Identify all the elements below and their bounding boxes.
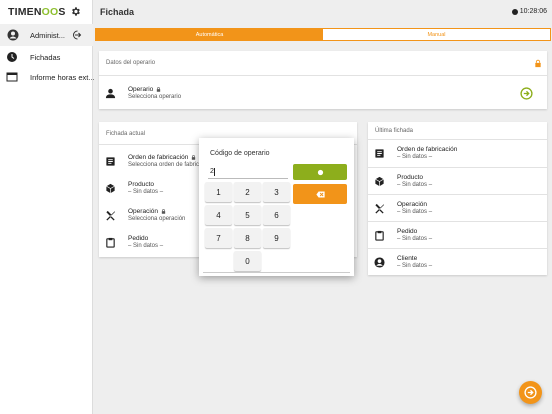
operator-card: Datos del operario Operario Selecciona o…: [99, 51, 547, 109]
dialog-bottom-line: [203, 272, 350, 273]
card-title: Fichada actual: [106, 131, 146, 137]
clock-icon: [7, 52, 17, 62]
divider: [368, 221, 547, 222]
sidebar-item-label: Informe horas ext...: [30, 73, 95, 82]
lock-icon: [535, 59, 541, 68]
row-label-producto: Producto: [128, 181, 155, 188]
operator-value[interactable]: Selecciona operario: [128, 94, 181, 100]
mode-tabs: Automática Manual: [95, 28, 551, 41]
row-value-pedido: – Sin datos –: [128, 243, 164, 249]
gear-icon[interactable]: [70, 6, 81, 17]
sidebar-item-label: Fichadas: [30, 53, 61, 62]
divider: [368, 248, 547, 249]
tools-icon: [375, 203, 385, 214]
tab-automatica[interactable]: Automática: [96, 29, 323, 40]
key-5[interactable]: 5: [234, 205, 261, 225]
clock: 10:28:06: [511, 8, 547, 15]
row-label-pedido: Pedido: [128, 235, 149, 242]
row-value-operacion: – Sin datos –: [397, 209, 433, 215]
row-label-orden: Orden de fabricación: [397, 146, 458, 153]
row-value-cliente: – Sin datos –: [397, 263, 433, 269]
confirm-button[interactable]: [293, 164, 347, 180]
person-icon: [105, 88, 116, 99]
circle-icon: [317, 169, 323, 175]
box-icon: [375, 176, 384, 187]
lock-icon: [192, 154, 196, 160]
window-icon: [6, 72, 18, 82]
key-9[interactable]: 9: [263, 228, 290, 248]
row-value-producto: – Sin datos –: [397, 182, 433, 188]
row-value-pedido: – Sin datos –: [397, 236, 433, 242]
key-1[interactable]: 1: [205, 182, 232, 202]
clipboard-icon: [375, 230, 384, 241]
row-value-operacion[interactable]: Selecciona operación: [128, 216, 185, 222]
row-value-producto: – Sin datos –: [128, 189, 164, 195]
sidebar-item-informe-horas[interactable]: Informe horas ext...: [0, 67, 95, 87]
tab-manual[interactable]: Manual: [323, 29, 550, 40]
clock-icon: [511, 8, 518, 15]
tools-icon: [106, 210, 116, 221]
key-3[interactable]: 3: [263, 182, 290, 202]
row-label-producto: Producto: [397, 174, 424, 181]
time-display: 10:28:06: [519, 8, 547, 15]
user-icon: [7, 29, 19, 41]
card-title: Última fichada: [375, 128, 414, 134]
key-4[interactable]: 4: [205, 205, 232, 225]
sidebar-item-fichadas[interactable]: Fichadas: [0, 47, 93, 67]
row-label-orden: Orden de fabricación: [128, 154, 196, 161]
document-icon: [106, 157, 115, 166]
page-title: Fichada: [100, 7, 135, 17]
logout-icon[interactable]: [70, 29, 82, 41]
key-2[interactable]: 2: [234, 182, 261, 202]
clock-in-fab[interactable]: [519, 381, 542, 404]
backspace-button[interactable]: [293, 184, 347, 204]
backspace-icon: [315, 191, 325, 197]
row-label-pedido: Pedido: [397, 228, 418, 235]
key-6[interactable]: 6: [263, 205, 290, 225]
box-icon: [106, 183, 115, 194]
login-icon: [524, 386, 537, 399]
row-label-cliente: Cliente: [397, 255, 418, 262]
divider: [368, 167, 547, 168]
input-underline: [208, 178, 288, 179]
divider: [368, 194, 547, 195]
sidebar: TIMENOOS Administ... Fichadas Informe ho…: [0, 0, 95, 414]
key-7[interactable]: 7: [205, 228, 232, 248]
key-0[interactable]: 0: [234, 251, 261, 271]
login-icon[interactable]: [520, 87, 533, 100]
operator-label: Operario: [128, 86, 161, 93]
user-row: Administ...: [0, 24, 93, 46]
card-title: Datos del operario: [106, 60, 156, 66]
account-circle-icon: [374, 257, 385, 268]
operator-code-dialog: Código de operario 2 1 2 3 4 5 6 7 8 9 0: [199, 138, 354, 276]
document-icon: [375, 149, 384, 158]
row-value-orden: – Sin datos –: [397, 154, 433, 160]
row-label-operacion: Operación: [128, 208, 166, 215]
lock-icon: [161, 208, 166, 214]
last-fichada-card: Última fichada Orden de fabricación – Si…: [368, 122, 547, 275]
dialog-title: Código de operario: [210, 150, 270, 157]
user-name: Administ...: [30, 31, 66, 40]
divider: [99, 75, 547, 76]
key-8[interactable]: 8: [234, 228, 261, 248]
header: Fichada 10:28:06: [93, 0, 552, 24]
row-label-operacion: Operación: [397, 201, 427, 208]
divider: [368, 139, 547, 140]
row-value-orden[interactable]: Selecciona orden de fabricac: [128, 162, 205, 168]
lock-icon: [157, 86, 161, 92]
text-cursor: [214, 168, 215, 176]
clipboard-icon: [106, 237, 115, 248]
